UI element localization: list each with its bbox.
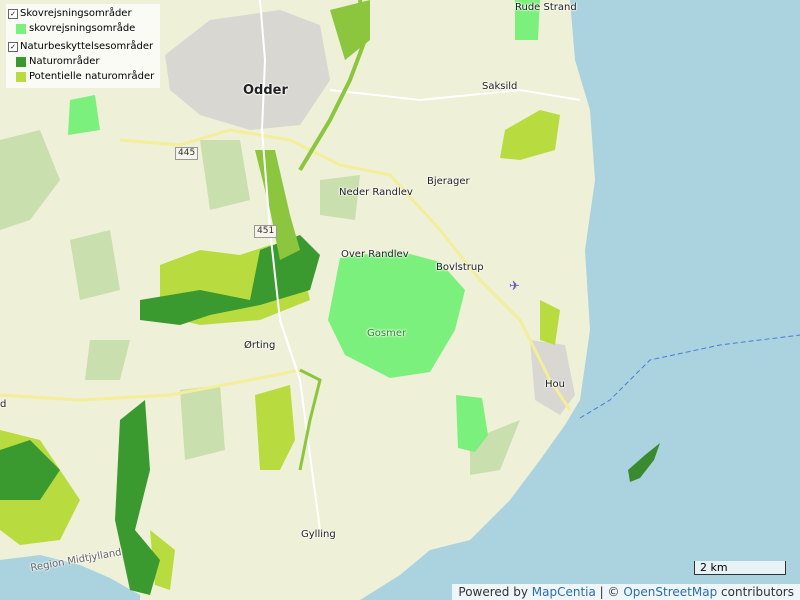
openstreetmap-link[interactable]: OpenStreetMap: [623, 585, 717, 599]
layer-checkbox-nature[interactable]: ✓: [8, 41, 18, 52]
place-label-bjerager: Bjerager: [427, 176, 470, 187]
attribution-separator: | ©: [595, 585, 624, 599]
place-label-edge: d: [0, 399, 7, 410]
map-base-layer: [0, 0, 800, 600]
legend-item-nature: Naturområder: [8, 54, 158, 69]
legend-swatch-reforestation: [16, 23, 26, 34]
legend-group-label: Skovrejsningsområder: [20, 8, 132, 19]
legend-swatch-potential: [16, 71, 26, 82]
layer-legend: ✓ Skovrejsningsområder skovrejsningsområ…: [6, 4, 160, 88]
place-label-rude-strand: Rude Strand: [515, 2, 577, 13]
nature-area: [255, 150, 300, 260]
forest-patch: [70, 230, 120, 300]
road: [329, 88, 581, 102]
map-canvas[interactable]: Odder Rude Strand Saksild Bjerager Neder…: [0, 0, 800, 600]
legend-group-reforestation[interactable]: ✓ Skovrejsningsområder: [8, 6, 158, 21]
place-label-saksild: Saksild: [482, 81, 518, 92]
place-label-over-randlev: Over Randlev: [341, 249, 409, 260]
place-label-bovlstrup: Bovlstrup: [436, 262, 484, 273]
legend-item-potential: Potentielle naturområder: [8, 69, 158, 84]
place-label-hou: Hou: [545, 379, 565, 390]
legend-item-label: Naturområder: [29, 56, 100, 67]
legend-group-label: Naturbeskyttelsesområder: [20, 41, 154, 52]
forest-patch: [0, 130, 60, 230]
place-label-neder-randlev: Neder Randlev: [339, 187, 413, 198]
legend-item-label: skovrejsningsområde: [29, 23, 136, 34]
mapcentia-link[interactable]: MapCentia: [532, 585, 596, 599]
airplane-icon: ✈: [509, 279, 520, 294]
forest-patch: [200, 140, 250, 210]
layer-checkbox-reforestation[interactable]: ✓: [8, 8, 18, 19]
attribution-suffix: contributors: [717, 585, 794, 599]
attribution: Powered by MapCentia | © OpenStreetMap c…: [452, 584, 800, 600]
legend-swatch-nature: [16, 56, 26, 67]
legend-item-reforestation: skovrejsningsområde: [8, 21, 158, 36]
potential-nature: [540, 300, 560, 345]
forest-patch: [85, 340, 130, 380]
attribution-prefix: Powered by: [458, 585, 532, 599]
legend-item-label: Potentielle naturområder: [29, 71, 155, 82]
place-label-gylling: Gylling: [301, 529, 336, 540]
potential-nature: [500, 110, 560, 160]
road-number-451: 451: [254, 225, 278, 238]
place-label-gosmer: Gosmer: [367, 328, 407, 339]
road: [0, 368, 301, 402]
road-number-445: 445: [175, 147, 199, 160]
place-label-odder: Odder: [243, 83, 288, 98]
town-odder: [165, 10, 330, 130]
potential-nature: [255, 385, 295, 470]
reforestation-area: [68, 95, 100, 135]
place-label-orting: Ørting: [244, 340, 276, 351]
legend-group-nature[interactable]: ✓ Naturbeskyttelsesområder: [8, 39, 158, 54]
scale-bar: 2 km: [694, 561, 786, 575]
nature-area: [115, 400, 160, 595]
forest-patch: [180, 385, 225, 460]
